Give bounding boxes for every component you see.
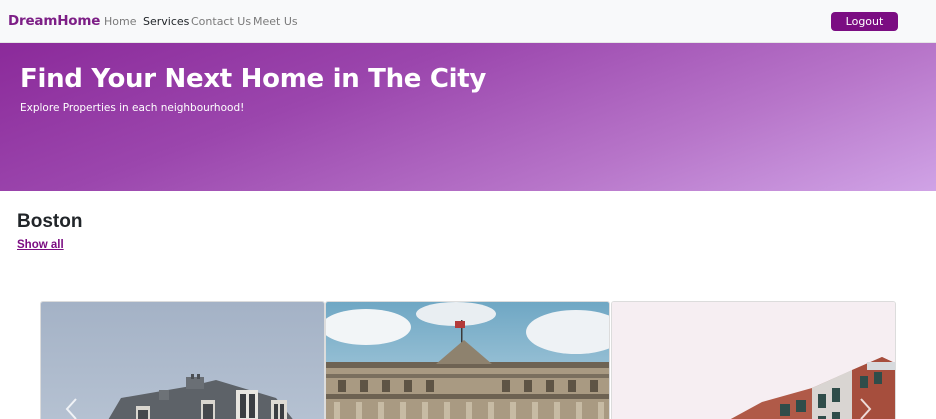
city-heading: Boston bbox=[17, 211, 83, 232]
nav-link-meet-us[interactable]: Meet Us bbox=[253, 15, 298, 28]
chevron-left-icon bbox=[65, 398, 77, 419]
chevron-right-icon bbox=[860, 398, 872, 419]
property-image bbox=[326, 302, 609, 419]
nav-link-contact-us[interactable]: Contact Us bbox=[191, 15, 251, 28]
navbar: DreamHome Home Services Contact Us Meet … bbox=[0, 0, 936, 43]
property-carousel bbox=[40, 301, 896, 419]
hero-banner: Find Your Next Home in The City Explore … bbox=[0, 43, 936, 191]
carousel-prev-button[interactable] bbox=[62, 397, 82, 419]
property-card[interactable] bbox=[611, 301, 896, 419]
logout-button[interactable]: Logout bbox=[831, 12, 898, 31]
carousel-next-button[interactable] bbox=[855, 397, 875, 419]
property-image bbox=[612, 302, 895, 419]
show-all-link[interactable]: Show all bbox=[17, 239, 64, 251]
property-card[interactable] bbox=[325, 301, 610, 419]
brand-logo[interactable]: DreamHome bbox=[8, 13, 100, 29]
property-card[interactable] bbox=[40, 301, 325, 419]
hero-subtitle: Explore Properties in each neighbourhood… bbox=[20, 102, 245, 114]
property-image bbox=[41, 302, 324, 419]
hero-title: Find Your Next Home in The City bbox=[20, 64, 487, 94]
nav-link-home[interactable]: Home bbox=[104, 15, 136, 28]
nav-link-services[interactable]: Services bbox=[143, 15, 189, 28]
